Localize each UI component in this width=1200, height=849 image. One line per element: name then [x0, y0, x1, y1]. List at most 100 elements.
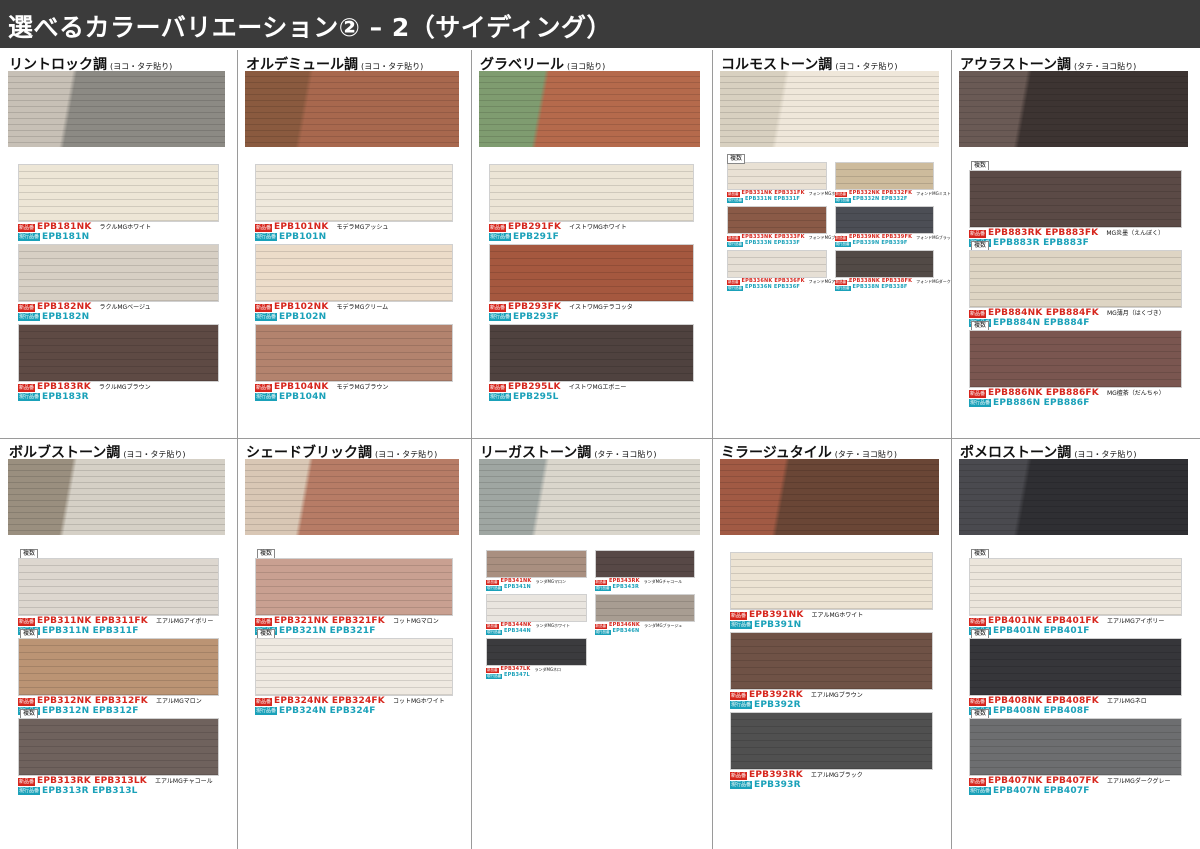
- color-swatch: [969, 330, 1182, 388]
- row-divider: [0, 438, 1200, 439]
- product-code-block: 新品番EPB883RK EPB883FKMG炎墨（えんぼく）現行品番EPB883…: [969, 228, 1164, 248]
- old-product-code: EPB311N EPB311F: [42, 625, 139, 636]
- product-code-block: 新品番EPB884NK EPB884FKMG薄月（はくづき）現行品番EPB884…: [969, 308, 1165, 328]
- product-code-block: 新品番 EPB391NK エアルMGホワイト 現行品番 EPB391N: [730, 610, 863, 630]
- section-panel: ボルブストーン調 (ヨコ・タテ貼り) 複数 新品番 EPB311NK EPB311FK エ…: [0, 438, 237, 849]
- product-code-block: 新品番 EPB182NK ラクルMGベージュ 現行品番 EPB182N: [18, 302, 151, 322]
- color-swatch: [18, 244, 219, 302]
- product-code-block: 新品番 EPB392RK エアルMGブラウン 現行品番 EPB392R: [730, 690, 863, 710]
- page-title: 選べるカラーバリエーション② – 2（サイディング）: [0, 0, 1200, 48]
- product-code-block: 新品番 EPB344NK ランダMGホワイト 現行品番 EPB344N: [486, 622, 570, 635]
- product-code-block: 新品番 EPB332NK EPB332FK フォンドMGミスト 現行品番 EPB332N…: [834, 190, 951, 203]
- new-code-label: 新品番: [727, 235, 740, 241]
- section-title-sub: (ヨコ・タテ貼り): [110, 62, 173, 71]
- new-code-label: 新品番: [969, 309, 987, 318]
- product-code-block: 新品番 EPB102NK モデラMGクリーム 現行品番 EPB102N: [255, 302, 389, 322]
- old-product-code: EPB293F: [513, 311, 559, 322]
- new-code-label: 新品番: [486, 623, 499, 629]
- color-swatch: [18, 558, 219, 616]
- color-name: エアルMGマロン: [155, 698, 202, 705]
- color-name: モデラMGクリーム: [336, 304, 389, 311]
- color-name: エアルMGアイボリー: [1106, 618, 1165, 625]
- color-swatch: [730, 712, 933, 770]
- color-swatch: [18, 324, 219, 382]
- old-code-label: 現行品番: [486, 629, 502, 635]
- color-name: エアルMGチャコール: [154, 778, 213, 785]
- section-title-sub: (ヨコ・タテ貼り): [361, 62, 424, 71]
- product-code-block: 新品番EPB321NK EPB321FKコットMGマロン現行品番EPB321N …: [255, 616, 439, 636]
- product-code-block: 新品番 EPB393RK エアルMGブラック 現行品番 EPB393R: [730, 770, 863, 790]
- new-code-label: 新品番: [969, 617, 987, 626]
- catalog-grid: リントロック調 (ヨコ・タテ貼り) 新品番 EPB181NK ラクルMGホワイト 現行品番…: [0, 50, 1200, 849]
- color-swatch: [18, 638, 219, 696]
- column-divider: [471, 50, 472, 849]
- column-divider: [237, 50, 238, 849]
- old-product-code: EPB886N EPB886F: [993, 397, 1090, 408]
- color-swatch: [594, 594, 695, 622]
- color-name: MG檀茶（だんちゃ）: [1106, 390, 1165, 397]
- old-code-label: 現行品番: [730, 621, 753, 630]
- old-code-label: 現行品番: [489, 393, 512, 402]
- old-product-code: EPB392R: [754, 699, 801, 710]
- old-code-label: 現行品番: [969, 787, 992, 796]
- old-code-label: 現行品番: [18, 313, 41, 322]
- old-product-code: EPB182N: [42, 311, 90, 322]
- installation-photo: [720, 459, 939, 535]
- new-code-label: 新品番: [489, 383, 507, 392]
- old-code-label: 現行品番: [18, 393, 41, 402]
- section-title-sub: (ヨコ貼り): [567, 62, 606, 71]
- new-code-label: 新品番: [18, 303, 36, 312]
- product-code-block: 新品番 EPB339NK EPB339FK フォンドMGブラック 現行品番 EPB339…: [834, 234, 951, 247]
- old-product-code: EPB333N EPB333F: [745, 240, 800, 247]
- color-swatch: [255, 324, 453, 382]
- old-code-label: 現行品番: [489, 233, 512, 242]
- new-code-label: 新品番: [969, 777, 987, 786]
- product-code-block: 新品番 EPB313RK EPB313LK エアルMGチャコール 現行品番 EPB313…: [18, 776, 213, 796]
- color-swatch: [489, 164, 694, 222]
- color-swatch: [834, 250, 934, 278]
- section-panel: リーガストーン調 (タテ・ヨコ貼り) 新品番 EPB341NK ランダMGマロン 現行品番…: [471, 438, 712, 849]
- old-product-code: EPB312N EPB312F: [42, 705, 139, 716]
- product-code-block: 新品番 EPB886NK EPB886FK MG檀茶（だんちゃ） 現行品番 EPB886…: [969, 388, 1165, 408]
- old-code-label: 現行品番: [730, 781, 753, 790]
- color-swatch: [255, 558, 453, 616]
- old-product-code: EPB344N: [504, 628, 531, 635]
- old-product-code: EPB183R: [42, 391, 89, 402]
- column-divider: [951, 50, 952, 849]
- color-name: ランダMGブラージュ: [644, 623, 683, 629]
- old-product-code: EPB401N EPB401F: [993, 625, 1090, 636]
- section-title-sub: (タテ・ヨコ貼り): [594, 450, 657, 459]
- old-code-label: 現行品番: [969, 399, 992, 408]
- old-product-code: EPB338N EPB338F: [852, 284, 908, 291]
- old-code-label: 現行品番: [834, 197, 851, 203]
- color-swatch: [727, 250, 827, 278]
- color-name: ランダMGネロ: [534, 667, 562, 673]
- old-code-label: 現行品番: [834, 285, 851, 291]
- old-code-label: 現行品番: [486, 673, 502, 679]
- color-swatch: [969, 718, 1182, 776]
- old-product-code: EPB336N EPB336F: [745, 284, 800, 291]
- section-title-sub: (ヨコ・タテ貼り): [1074, 450, 1137, 459]
- product-code-block: 新品番 EPB336NK EPB336FK フォンドMGアイボリー 現行品番 EPB33…: [727, 278, 851, 291]
- new-code-label: 新品番: [486, 667, 499, 673]
- color-swatch: [255, 244, 453, 302]
- section-title-sub: (ヨコ・タテ貼り): [375, 450, 438, 459]
- old-code-label: 現行品番: [255, 313, 278, 322]
- color-swatch: [18, 164, 219, 222]
- installation-photo: [8, 71, 225, 147]
- old-code-label: 現行品番: [18, 233, 41, 242]
- new-code-label: 新品番: [18, 777, 36, 786]
- color-name: ランダMGチャコール: [643, 579, 683, 585]
- product-code-block: 新品番EPB312NK EPB312FKエアルMGマロン現行品番EPB312N …: [18, 696, 202, 716]
- section-panel: コルモストーン調 (ヨコ・タテ貼り) 新品番 EPB331NK EPB331FK フォン…: [712, 50, 951, 438]
- color-swatch: [969, 170, 1182, 228]
- old-code-label: 現行品番: [18, 787, 41, 796]
- product-code-block: 新品番 EPB407NK EPB407FK エアルMGダークグレー 現行品番 EPB40…: [969, 776, 1171, 796]
- new-code-label: 新品番: [255, 303, 273, 312]
- section-panel: ミラージュタイル (タテ・ヨコ貼り) 新品番 EPB391NK エアルMGホワイト 現行品…: [712, 438, 951, 849]
- product-code-block: 新品番 EPB341NK ランダMGマロン 現行品番 EPB341N: [486, 578, 566, 591]
- installation-photo: [720, 71, 939, 147]
- color-name: エアルMGブラック: [810, 772, 863, 779]
- color-swatch: [489, 324, 694, 382]
- new-code-label: 新品番: [18, 383, 36, 392]
